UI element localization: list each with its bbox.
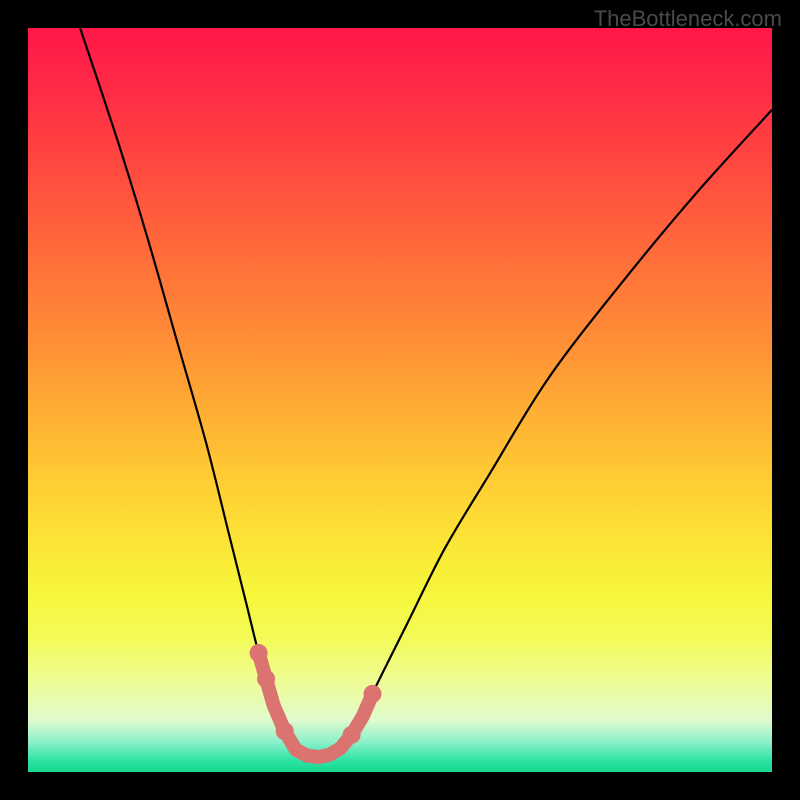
bottleneck-chart xyxy=(28,28,772,772)
curve-markers xyxy=(250,644,382,757)
watermark-text: TheBottleneck.com xyxy=(594,6,782,32)
bottleneck-curve xyxy=(80,28,772,758)
marker-dot xyxy=(250,644,268,662)
marker-dot xyxy=(364,685,382,703)
marker-dot xyxy=(343,726,361,744)
marker-dot xyxy=(257,670,275,688)
marker-dot xyxy=(276,722,294,740)
chart-gradient-background xyxy=(28,28,772,772)
